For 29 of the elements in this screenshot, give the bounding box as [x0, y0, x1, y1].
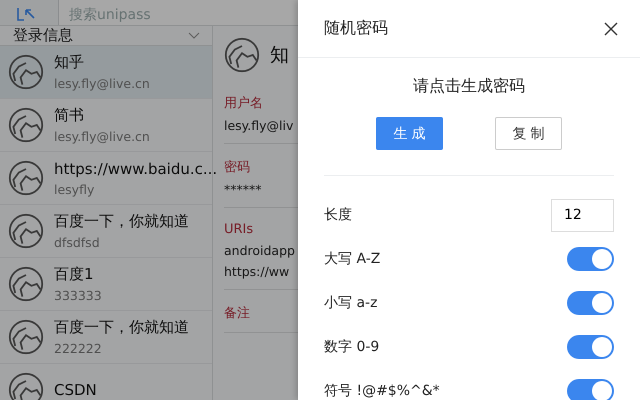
field-label: 用户名 — [224, 95, 263, 112]
login-title: 百度1 — [54, 265, 95, 284]
login-username: lesy.fly@live.cn — [54, 129, 150, 144]
field-label: URIs — [224, 222, 254, 237]
prompt-text: 请点击生成密码 — [413, 76, 525, 97]
login-title: 简书 — [54, 106, 85, 125]
option-label: 符号 !@#$%^&* — [324, 382, 440, 400]
detail-title: 知 — [270, 43, 289, 68]
field-value: https://ww — [224, 264, 290, 279]
login-title: 百度一下，你就知道 — [54, 212, 189, 231]
option-label: 大写 A-Z — [324, 250, 380, 268]
option-label: 数字 0-9 — [324, 338, 380, 356]
panel-title: 随机密码 — [324, 18, 388, 39]
login-username: 222222 — [54, 341, 103, 356]
field-value: ****** — [224, 182, 262, 197]
login-username: lesy.fly@live.cn — [54, 76, 150, 91]
login-username: 333333 — [54, 288, 102, 303]
category-label: 登录信息 — [13, 26, 73, 45]
field-label: 备注 — [224, 305, 250, 322]
login-title: CSDN — [54, 381, 97, 399]
login-username: lesyfly — [54, 182, 96, 196]
login-title: 知乎 — [54, 53, 85, 72]
login-username: dfsdfsd — [54, 235, 101, 250]
field-value: lesy.fly@liv — [224, 118, 294, 133]
login-title: 百度一下，你就知道 — [54, 318, 189, 337]
option-label: 小写 a-z — [324, 294, 378, 312]
field-value: androidapp — [224, 243, 295, 258]
field-label: 密码 — [224, 159, 250, 176]
option-label: 长度 — [324, 206, 352, 224]
